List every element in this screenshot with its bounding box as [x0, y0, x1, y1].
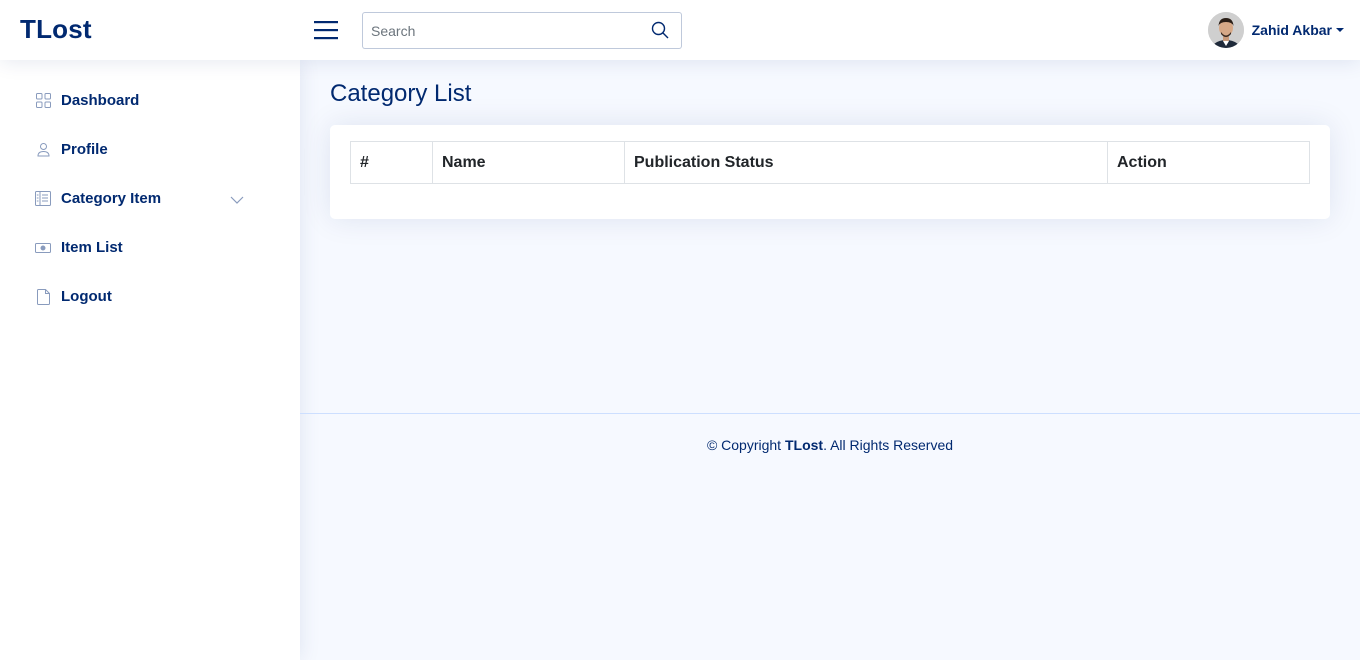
search-button[interactable]	[651, 21, 671, 41]
search-input[interactable]	[363, 13, 643, 48]
sidebar-item-dashboard[interactable]: Dashboard	[20, 80, 280, 121]
search-bar	[362, 12, 682, 49]
column-header-publication-status[interactable]: Publication Status	[624, 141, 1108, 184]
main-content: Category List # Name Publication Status …	[300, 60, 1360, 660]
avatar	[1207, 12, 1244, 48]
top-header: TLost Zahid A	[0, 0, 1360, 60]
page-title: Category List	[330, 80, 472, 107]
sidebar-item-label: Dashboard	[61, 92, 140, 109]
sidebar-item-logout[interactable]: Logout	[20, 276, 280, 317]
sidebar-item-label: Category Item	[61, 190, 162, 207]
grid-icon	[35, 93, 51, 109]
footer: © Copyright TLost. All Rights Reserved	[300, 413, 1360, 453]
search-icon	[651, 21, 669, 39]
caret-down-icon	[1336, 28, 1344, 32]
sidebar-item-item-list[interactable]: Item List	[20, 227, 280, 268]
sidebar-toggle-button[interactable]	[314, 19, 338, 41]
sidebar-item-category-item[interactable]: Category Item	[20, 178, 280, 219]
column-header-action[interactable]: Action	[1107, 141, 1310, 184]
copyright-prefix: © Copyright	[706, 437, 785, 453]
profile-dropdown[interactable]: Zahid Akbar	[1207, 12, 1344, 48]
table-header-row: # Name Publication Status Action	[350, 141, 1310, 184]
chevron-down-icon[interactable]	[230, 192, 244, 204]
layout-text-sidebar-icon	[35, 191, 51, 207]
sidebar-item-profile[interactable]: Profile	[20, 129, 280, 170]
column-header-index[interactable]: #	[350, 141, 433, 184]
copyright-brand: TLost	[784, 437, 824, 453]
column-header-name[interactable]: Name	[432, 141, 625, 184]
user-name: Zahid Akbar	[1251, 22, 1332, 38]
file-icon	[35, 288, 51, 305]
copyright-suffix: . All Rights Reserved	[823, 437, 954, 453]
category-table-card: # Name Publication Status Action	[330, 125, 1330, 219]
cash-icon	[35, 240, 51, 256]
person-icon	[35, 142, 51, 158]
category-table: # Name Publication Status Action	[350, 141, 1310, 184]
sidebar-item-label: Logout	[61, 288, 112, 305]
logo[interactable]: TLost	[20, 14, 92, 45]
hamburger-menu-icon	[314, 21, 338, 40]
sidebar: Dashboard Profile Category Item Item Lis…	[0, 60, 300, 660]
sidebar-item-label: Profile	[61, 141, 108, 158]
sidebar-item-label: Item List	[61, 239, 123, 256]
